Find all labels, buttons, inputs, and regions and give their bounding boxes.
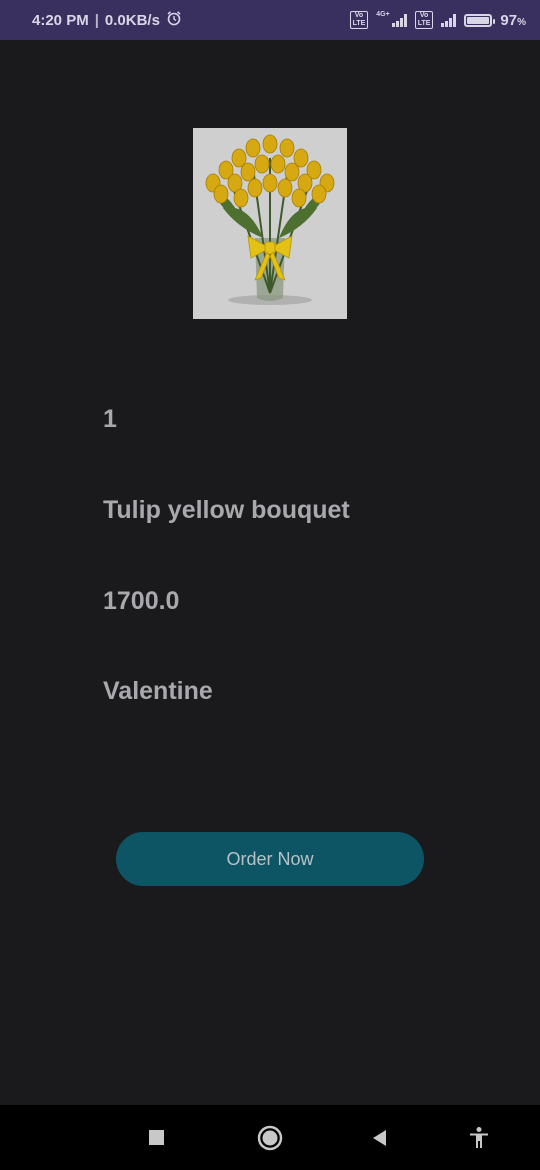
battery-icon: [464, 13, 496, 27]
signal-strength-icon-2: [441, 13, 457, 27]
status-right: Vo LTE 4G+ Vo LTE 97%: [349, 10, 526, 29]
product-category: Valentine: [103, 677, 213, 705]
navigation-bar: [0, 1105, 540, 1170]
product-name: Tulip yellow bouquet: [103, 496, 350, 524]
status-bar: 4:20 PM | 0.0KB/s Vo LTE 4G+ Vo LTE 97%: [0, 0, 540, 40]
triangle-back-icon: [373, 1130, 386, 1146]
home-button[interactable]: [255, 1123, 285, 1153]
circle-home-icon: [257, 1125, 283, 1151]
back-button[interactable]: [365, 1123, 395, 1153]
volte-badge-2: Vo LTE: [414, 11, 434, 29]
status-left: 4:20 PM | 0.0KB/s: [32, 10, 182, 30]
network-type: 4G+: [376, 10, 390, 18]
network-speed: 0.0KB/s: [104, 11, 160, 29]
square-icon: [149, 1130, 164, 1145]
status-time: 4:20 PM: [32, 11, 89, 29]
signal-strength-icon-1: [391, 13, 407, 27]
alarm-clock-icon: [166, 10, 182, 30]
recents-button[interactable]: [142, 1123, 172, 1153]
accessibility-button[interactable]: [464, 1123, 494, 1153]
tulip-bouquet-image: [193, 128, 347, 319]
volte-badge-1: Vo LTE: [349, 11, 369, 29]
product-price: 1700.0: [103, 587, 180, 615]
product-id: 1: [103, 405, 117, 433]
battery-percent: 97%: [500, 11, 526, 29]
status-separator: |: [94, 11, 99, 29]
order-now-button[interactable]: Order Now: [116, 832, 424, 886]
battery-fill: [467, 16, 489, 24]
accessibility-icon: [470, 1127, 488, 1148]
